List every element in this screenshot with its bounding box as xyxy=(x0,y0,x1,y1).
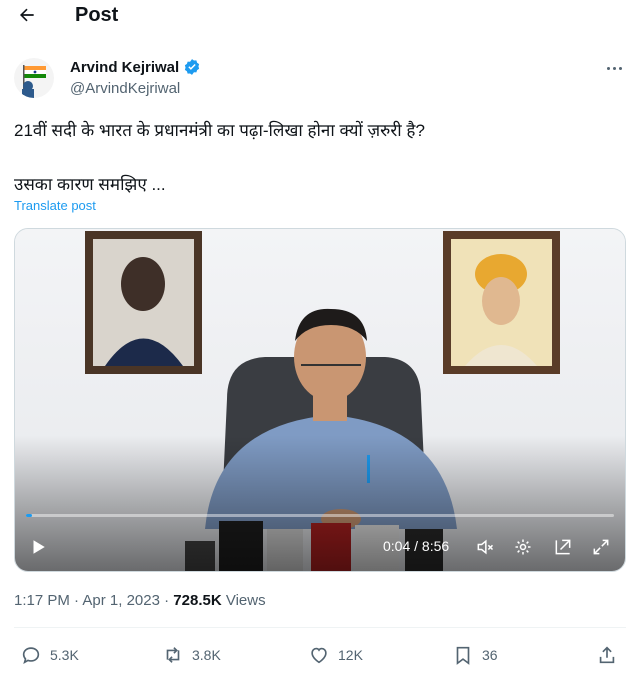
avatar[interactable] xyxy=(14,58,54,98)
author-handle[interactable]: @ArvindKejriwal xyxy=(70,80,180,97)
bookmark-button[interactable]: 36 xyxy=(452,641,498,669)
page-title: Post xyxy=(75,4,119,26)
video-progress-fill xyxy=(26,514,32,517)
back-arrow-icon[interactable] xyxy=(14,2,40,28)
repost-button[interactable]: 3.8K xyxy=(162,641,221,669)
post-date[interactable]: Apr 1, 2023 xyxy=(82,592,160,609)
like-count: 12K xyxy=(338,647,363,663)
play-icon[interactable] xyxy=(26,536,50,558)
post-text-line-2: उसका कारण समझिए ... xyxy=(14,175,166,194)
video-progress-bar[interactable] xyxy=(26,514,614,517)
meta-separator: · xyxy=(74,592,80,609)
meta-separator: · xyxy=(164,592,170,609)
verified-badge-icon xyxy=(185,59,200,75)
video-time-display: 0:04 / 8:56 xyxy=(383,538,450,554)
share-button[interactable] xyxy=(596,641,618,669)
share-icon xyxy=(599,646,615,664)
bookmark-count: 36 xyxy=(482,647,498,663)
views-count: 728.5K xyxy=(173,592,222,609)
post-time[interactable]: 1:17 PM xyxy=(14,592,70,609)
reply-icon xyxy=(22,647,40,665)
reply-count: 5.3K xyxy=(50,647,79,663)
author-name-text: Arvind Kejriwal xyxy=(70,58,180,76)
more-options-icon[interactable] xyxy=(602,60,626,76)
video-frame xyxy=(15,229,625,571)
post-actions-bar: 5.3K 3.8K 12K 36 xyxy=(0,641,640,671)
repost-count: 3.8K xyxy=(192,647,221,663)
divider xyxy=(14,627,626,628)
video-player[interactable] xyxy=(14,228,626,572)
reply-button[interactable]: 5.3K xyxy=(20,641,79,669)
views-label: Views xyxy=(225,592,266,609)
mute-icon[interactable] xyxy=(473,536,497,558)
dock-video-icon[interactable] xyxy=(551,536,575,558)
settings-gear-icon[interactable] xyxy=(511,536,535,558)
fullscreen-icon[interactable] xyxy=(589,536,613,558)
post-text-line-1: 21वीं सदी के भारत के प्रधानमंत्री का पढ़… xyxy=(14,121,425,140)
translate-post-link[interactable]: Translate post xyxy=(14,198,96,213)
bookmark-icon xyxy=(456,646,470,665)
post-meta: 1:17 PM · Apr 1, 2023 · 728.5K Views xyxy=(14,592,266,609)
heart-icon xyxy=(311,647,327,664)
top-bar: Post xyxy=(0,0,640,32)
like-button[interactable]: 12K xyxy=(308,641,363,669)
repost-icon xyxy=(166,647,180,663)
author-name[interactable]: Arvind Kejriwal xyxy=(70,58,201,76)
